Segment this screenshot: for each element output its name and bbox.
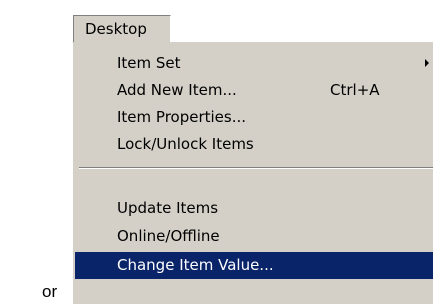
menu-title-desktop[interactable]: Desktop: [73, 15, 171, 43]
menu-item-item-properties[interactable]: Item Properties...: [75, 104, 433, 131]
submenu-arrow-icon: [425, 59, 429, 67]
menu-item-update-items[interactable]: Update Items: [75, 195, 433, 222]
menu-item-add-new-item[interactable]: Add New Item... Ctrl+A: [75, 77, 433, 104]
menu-separator: [79, 167, 433, 169]
menu-item-label: Change Item Value...: [117, 256, 274, 274]
dropdown-menu: Item Set Add New Item... Ctrl+A Item Pro…: [72, 42, 433, 304]
menu-item-label: Lock/Unlock Items: [117, 135, 254, 153]
menu-item-item-set[interactable]: Item Set: [75, 50, 433, 77]
menu-item-lock-unlock-items[interactable]: Lock/Unlock Items: [75, 131, 433, 158]
menu-item-change-item-value[interactable]: Change Item Value...: [75, 252, 433, 279]
menu-item-shortcut: Ctrl+A: [330, 81, 380, 99]
menu-item-online-offline[interactable]: Online/Offline: [75, 223, 433, 250]
menu-item-label: Update Items: [117, 199, 219, 217]
screenshot-canvas: or Desktop Item Set Add New Item... Ctrl…: [0, 0, 433, 304]
menu-item-label: Online/Offline: [117, 227, 220, 245]
menu-item-label: Item Properties...: [117, 108, 247, 126]
lead-text: or: [42, 282, 58, 301]
menu-item-label: Add New Item...: [117, 81, 237, 99]
menu-item-label: Item Set: [117, 54, 181, 72]
